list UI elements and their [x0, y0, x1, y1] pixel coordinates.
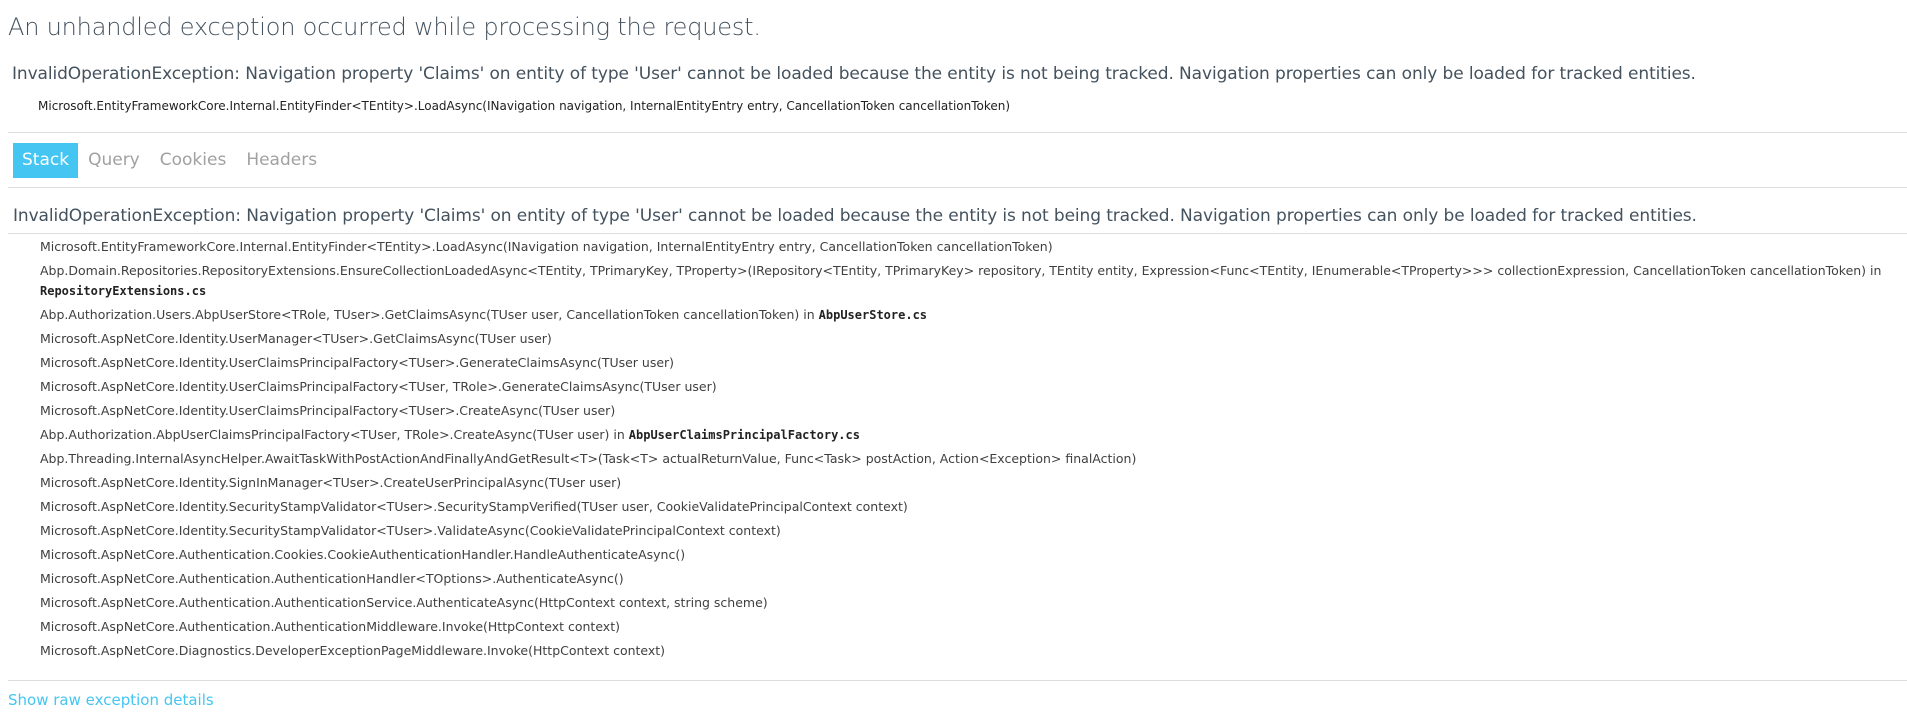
stack-frame[interactable]: Microsoft.AspNetCore.Authentication.Cook… — [40, 545, 1907, 569]
stack-frame-method: Microsoft.AspNetCore.Diagnostics.Develop… — [40, 643, 666, 658]
stack-frame[interactable]: Abp.Threading.InternalAsyncHelper.AwaitT… — [40, 449, 1907, 473]
stack-exception-heading: InvalidOperationException: Navigation pr… — [13, 206, 1697, 226]
stack-frame-method: Microsoft.AspNetCore.Identity.SecuritySt… — [40, 499, 908, 514]
stack-frame-method: Microsoft.AspNetCore.Authentication.Auth… — [40, 571, 624, 586]
page-title: An unhandled exception occurred while pr… — [8, 13, 761, 41]
error-location: Microsoft.EntityFrameworkCore.Internal.E… — [38, 99, 1011, 113]
divider — [8, 680, 1907, 681]
stack-frame[interactable]: Microsoft.AspNetCore.Authentication.Auth… — [40, 617, 1907, 641]
tab-headers[interactable]: Headers — [236, 143, 327, 178]
tab-cookies[interactable]: Cookies — [150, 143, 237, 178]
divider — [8, 132, 1907, 133]
stack-frame[interactable]: Microsoft.AspNetCore.Identity.UserClaims… — [40, 377, 1907, 401]
stack-frame[interactable]: Microsoft.AspNetCore.Diagnostics.Develop… — [40, 641, 1907, 665]
stack-frame-method: Microsoft.AspNetCore.Identity.UserClaims… — [40, 379, 717, 394]
stack-frame[interactable]: Microsoft.AspNetCore.Identity.UserClaims… — [40, 353, 1907, 377]
stack-frame[interactable]: Microsoft.AspNetCore.Identity.SecuritySt… — [40, 497, 1907, 521]
show-raw-exception-link[interactable]: Show raw exception details — [8, 691, 214, 709]
stack-frame-method: Microsoft.AspNetCore.Authentication.Auth… — [40, 619, 620, 634]
stack-frame-method: Abp.Authorization.AbpUserClaimsPrincipal… — [40, 427, 625, 442]
tab-bar: Stack Query Cookies Headers — [13, 143, 327, 178]
divider — [8, 233, 1907, 234]
stack-frame[interactable]: Microsoft.AspNetCore.Authentication.Auth… — [40, 593, 1907, 617]
tab-query[interactable]: Query — [78, 143, 150, 178]
stack-frame-method: Microsoft.AspNetCore.Identity.SecuritySt… — [40, 523, 781, 538]
stack-frame-method: Microsoft.AspNetCore.Identity.SignInMana… — [40, 475, 622, 490]
stack-frame-file[interactable]: AbpUserClaimsPrincipalFactory.cs — [629, 428, 860, 442]
error-page: An unhandled exception occurred while pr… — [0, 0, 1907, 717]
stack-frame[interactable]: Microsoft.AspNetCore.Identity.UserClaims… — [40, 401, 1907, 425]
stack-frame-method: Microsoft.AspNetCore.Authentication.Cook… — [40, 547, 686, 562]
stack-frame[interactable]: Microsoft.AspNetCore.Identity.SecuritySt… — [40, 521, 1907, 545]
error-message: InvalidOperationException: Navigation pr… — [12, 64, 1696, 84]
tab-stack[interactable]: Stack — [13, 143, 79, 178]
stack-frame-file[interactable]: RepositoryExtensions.cs — [40, 284, 206, 298]
stack-frame-method: Microsoft.AspNetCore.Identity.UserClaims… — [40, 403, 616, 418]
stack-frame-file[interactable]: AbpUserStore.cs — [819, 308, 927, 322]
stack-frame[interactable]: Microsoft.EntityFrameworkCore.Internal.E… — [40, 237, 1907, 261]
stack-frame-method: Microsoft.AspNetCore.Authentication.Auth… — [40, 595, 768, 610]
stack-frame-method: Abp.Domain.Repositories.RepositoryExtens… — [40, 263, 1882, 278]
stack-frame[interactable]: Microsoft.AspNetCore.Identity.SignInMana… — [40, 473, 1907, 497]
stack-frame[interactable]: Microsoft.AspNetCore.Authentication.Auth… — [40, 569, 1907, 593]
stack-frame-method: Microsoft.AspNetCore.Identity.UserClaims… — [40, 355, 675, 370]
divider — [8, 187, 1907, 188]
stack-frame-method: Abp.Authorization.Users.AbpUserStore<TRo… — [40, 307, 815, 322]
stack-frame[interactable]: Abp.Domain.Repositories.RepositoryExtens… — [40, 261, 1907, 305]
stack-frame-method: Microsoft.EntityFrameworkCore.Internal.E… — [40, 239, 1053, 254]
stack-frame-method: Abp.Threading.InternalAsyncHelper.AwaitT… — [40, 451, 1137, 466]
stack-frame[interactable]: Abp.Authorization.Users.AbpUserStore<TRo… — [40, 305, 1907, 329]
stack-frame-list: Microsoft.EntityFrameworkCore.Internal.E… — [40, 237, 1907, 665]
stack-frame-method: Microsoft.AspNetCore.Identity.UserManage… — [40, 331, 552, 346]
stack-frame[interactable]: Abp.Authorization.AbpUserClaimsPrincipal… — [40, 425, 1907, 449]
stack-frame[interactable]: Microsoft.AspNetCore.Identity.UserManage… — [40, 329, 1907, 353]
